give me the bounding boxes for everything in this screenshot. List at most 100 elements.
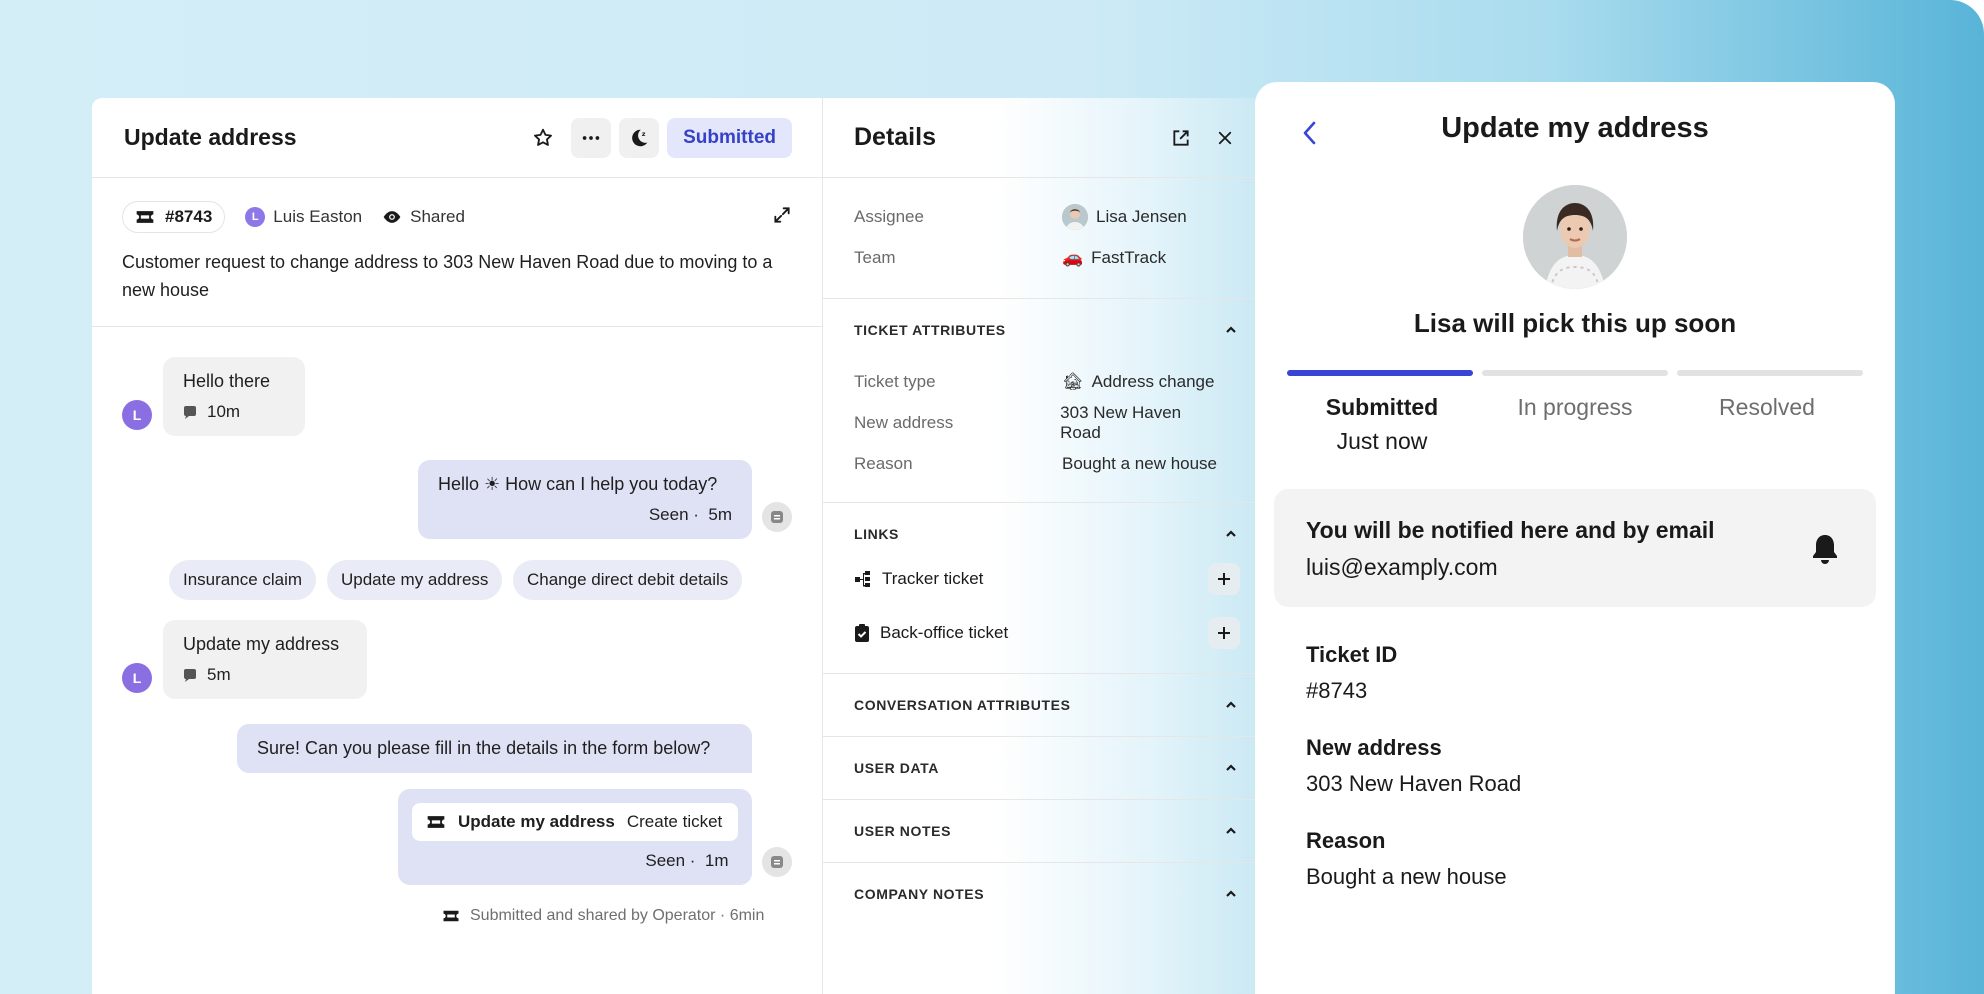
chat-icon — [184, 669, 196, 682]
attribute-value: Address change — [1091, 371, 1215, 391]
assignee-value-wrap: Lisa Jensen — [1062, 203, 1187, 230]
assignee-value: Lisa Jensen — [1096, 206, 1187, 226]
user-notes-section[interactable]: USER NOTES — [823, 800, 1256, 863]
close-button[interactable] — [1208, 121, 1242, 155]
pickup-message: Lisa will pick this up soon — [1413, 308, 1737, 338]
star-icon — [534, 128, 553, 146]
car-icon: 🚗 — [1062, 247, 1084, 267]
team-row[interactable]: Team 🚗 FastTrack — [823, 237, 1256, 278]
operator-avatar — [762, 502, 792, 532]
submitted-note: Submitted and shared by Operator · 6min — [442, 907, 764, 925]
field-value: Bought a new house — [1306, 864, 1507, 889]
assignee-row[interactable]: Assignee Lisa Jensen — [823, 196, 1256, 237]
ticket-chip[interactable]: #8743 — [122, 201, 226, 233]
message-meta: Seen · 1m — [412, 851, 738, 871]
quick-reply-direct-debit[interactable]: Change direct debit details — [513, 560, 743, 600]
reason-field: Reason Bought a new house — [1306, 828, 1507, 890]
visibility-label: Shared — [410, 207, 465, 226]
tracker-icon — [855, 571, 870, 587]
ticket-form-message: Update my address Create ticket Seen · 1… — [398, 789, 752, 885]
new-address-field: New address 303 New Haven Road — [1306, 735, 1521, 797]
plus-icon — [1218, 627, 1230, 639]
field-value: 303 New Haven Road — [1306, 771, 1522, 796]
conversation-panel: Update address z Submitted #8743 L Luis … — [92, 98, 822, 994]
more-button[interactable] — [571, 117, 612, 158]
user-name: Luis Easton — [273, 207, 363, 226]
operator-avatar — [762, 847, 792, 877]
ticket-type-row[interactable]: Ticket type 🏚 Address change — [823, 361, 1256, 402]
tracker-ticket-row: Tracker ticket — [823, 555, 1256, 603]
message-bubble: Update my address 5m — [163, 620, 367, 699]
attribute-value: 303 New Haven Road — [1060, 402, 1182, 442]
field-value: #8743 — [1306, 678, 1368, 703]
section-title: COMPANY NOTES — [854, 886, 985, 902]
bell-button[interactable] — [1810, 533, 1840, 570]
reason-row[interactable]: Reason Bought a new house — [823, 443, 1256, 484]
add-back-office-ticket-button[interactable] — [1208, 617, 1240, 649]
conversation-title: Update address — [124, 124, 297, 150]
messenger-title: Update my address — [1441, 112, 1709, 144]
ticket-id-field: Ticket ID #8743 — [1306, 642, 1397, 704]
house-icon: 🏚 — [1062, 371, 1084, 391]
user-avatar: L — [245, 207, 266, 227]
link-label: Back-office ticket — [880, 623, 1009, 642]
create-ticket-button[interactable]: Create ticket — [627, 812, 722, 832]
conversation-attributes-section[interactable]: CONVERSATION ATTRIBUTES — [823, 674, 1256, 737]
step-submitted: Submitted — [1325, 394, 1439, 420]
chevron-up-icon — [1226, 701, 1236, 708]
notification-title: You will be notified here and by email — [1306, 517, 1715, 543]
ticket-attributes-header[interactable]: TICKET ATTRIBUTES — [823, 299, 1256, 361]
snooze-moon-icon: z — [632, 129, 648, 146]
message-time: 5m — [708, 505, 732, 524]
attribute-label: Ticket type — [854, 371, 936, 391]
chevron-up-icon — [1226, 764, 1236, 771]
company-notes-section[interactable]: COMPANY NOTES — [823, 863, 1256, 925]
field-label: Reason — [1306, 828, 1386, 853]
assignee-avatar — [1062, 203, 1088, 230]
quick-reply-update-address[interactable]: Update my address — [327, 560, 503, 600]
message-text: Sure! Can you please fill in the details… — [257, 738, 711, 758]
message-time: 1m — [704, 851, 729, 870]
open-external-button[interactable] — [1164, 121, 1198, 155]
ticket-icon — [443, 910, 459, 922]
assignee-label: Assignee — [854, 206, 924, 226]
ticket-number: #8743 — [165, 207, 213, 226]
new-address-row[interactable]: New address 303 New Haven Road — [823, 402, 1256, 443]
ticket-form-title: Update my address — [458, 812, 615, 831]
back-office-ticket-row: Back-office ticket — [823, 603, 1256, 663]
link-label: Tracker ticket — [882, 569, 984, 588]
chevron-up-icon — [1226, 530, 1236, 537]
section-title: CONVERSATION ATTRIBUTES — [854, 697, 1071, 713]
chat-icon — [184, 406, 196, 419]
collapsible-header: USER NOTES — [823, 800, 1256, 862]
eye-icon — [383, 211, 401, 223]
section-title: LINKS — [854, 526, 899, 542]
user-avatar: L — [122, 400, 152, 430]
details-header: Details — [823, 98, 1256, 178]
links-section: LINKS Tracker ticket Back-office ticket — [823, 503, 1256, 674]
expand-button[interactable] — [772, 205, 792, 230]
step-submitted-time: Just now — [1336, 428, 1428, 454]
message-meta: 10m — [183, 402, 285, 422]
progress-segment-in-progress — [1482, 370, 1668, 376]
attribute-label: Reason — [854, 453, 913, 473]
quick-reply-insurance[interactable]: Insurance claim — [169, 560, 317, 600]
assignee-photo — [1523, 185, 1627, 289]
chevron-up-icon — [1226, 827, 1236, 834]
attribute-value-wrap: 🏚 Address change — [1062, 372, 1214, 392]
status-button[interactable]: Submitted — [667, 117, 792, 158]
message-bubble: Hello there 10m — [163, 357, 305, 436]
user-link[interactable]: L Luis Easton — [245, 207, 362, 227]
star-button[interactable] — [523, 118, 563, 158]
progress-segment-resolved — [1677, 370, 1863, 376]
add-tracker-ticket-button[interactable] — [1208, 563, 1240, 595]
ticket-form-card[interactable]: Update my address Create ticket — [412, 803, 738, 841]
user-data-section[interactable]: USER DATA — [823, 737, 1256, 800]
snooze-button[interactable]: z — [619, 117, 660, 158]
message-text: Hello there — [183, 371, 271, 391]
ticket-meta: #8743 L Luis Easton Shared — [92, 178, 822, 236]
details-title: Details — [854, 123, 936, 151]
progress-segment-submitted — [1287, 370, 1473, 376]
step-in-progress: In progress — [1517, 394, 1633, 420]
team-value: FastTrack — [1091, 247, 1167, 267]
